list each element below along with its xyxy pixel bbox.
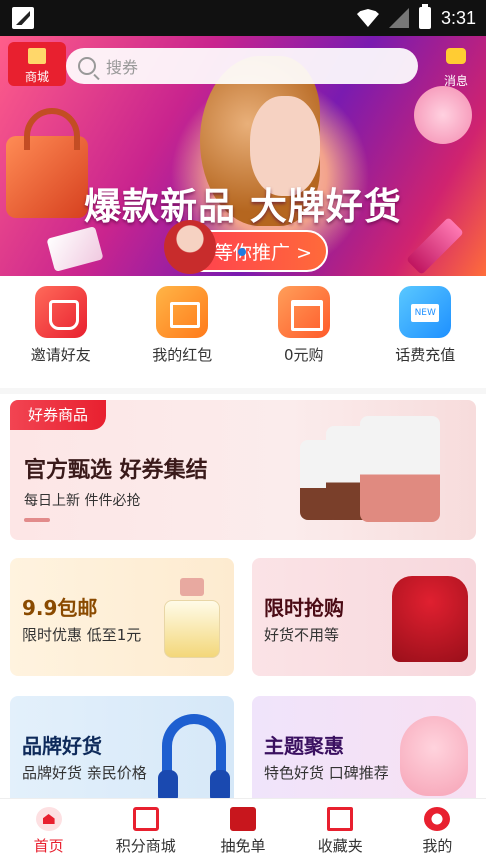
tab-label: 抽免单	[220, 837, 266, 855]
phone-recharge-icon	[399, 286, 452, 338]
tab-label: 收藏夹	[317, 837, 363, 855]
quick-label: 我的红包	[152, 346, 213, 364]
banner-title: 爆款新品 大牌好货	[84, 185, 402, 228]
coupon-accent-bar	[24, 518, 50, 522]
quick-my-red-envelope[interactable]: 我的红包	[122, 286, 244, 382]
tab-me[interactable]: 我的	[389, 799, 486, 864]
wifi-icon	[356, 9, 379, 27]
card-brand-goods[interactable]: 品牌好货 品牌好货 亲民价格	[10, 696, 234, 814]
quick-phone-recharge[interactable]: 话费充值	[365, 286, 486, 382]
quick-label: 话费充值	[395, 346, 456, 364]
quick-label: 0元购	[283, 346, 324, 364]
tab-points-mall[interactable]: 积分商城	[97, 799, 194, 864]
face-cleanser-image	[400, 716, 468, 796]
store-icon	[132, 807, 159, 831]
carousel-indicator	[238, 248, 246, 256]
card-free-shipping[interactable]: 9.9包邮 限时优惠 低至1元	[10, 558, 234, 676]
cosmetic-jar-image	[414, 86, 472, 144]
card-subtitle: 好货不用等	[264, 626, 340, 644]
speaker-image	[360, 416, 440, 522]
card-subtitle: 限时优惠 低至1元	[22, 626, 142, 644]
card-title: 限时抢购	[264, 596, 344, 620]
gift-bag-icon	[34, 286, 87, 338]
battery-icon	[418, 4, 431, 29]
card-subtitle: 品牌好货 亲民价格	[22, 764, 147, 782]
app-notification-icon	[12, 7, 34, 29]
profile-icon	[424, 807, 451, 831]
status-bar: 3:31	[0, 0, 486, 36]
status-icons: 3:31	[356, 4, 476, 32]
coupon-title: 官方甄选 好券集结	[24, 458, 208, 483]
tab-label: 首页	[33, 837, 64, 855]
bottom-tab-bar: 首页 积分商城 抽免单 收藏夹 我的	[0, 798, 486, 864]
coupon-subtitle: 每日上新 件件必抢	[24, 493, 141, 509]
search-placeholder: 搜券	[106, 58, 139, 77]
signal-icon	[388, 8, 409, 28]
tab-home[interactable]: 首页	[0, 799, 97, 864]
jacket-image	[392, 576, 468, 662]
card-theme-deals[interactable]: 主题聚惠 特色好货 口碑推荐	[252, 696, 476, 814]
headphones-image	[158, 714, 230, 804]
shop-icon	[277, 286, 330, 338]
red-envelope-icon	[156, 286, 209, 338]
tab-favorites[interactable]: 收藏夹	[292, 799, 389, 864]
tab-label: 积分商城	[115, 837, 176, 855]
mall-label: 商城	[24, 70, 49, 84]
status-time: 3:31	[440, 7, 476, 28]
card-title: 品牌好货	[22, 734, 102, 758]
card-title: 9.9包邮	[22, 596, 98, 620]
coupon-section-card[interactable]: 好券商品 官方甄选 好券集结 每日上新 件件必抢	[10, 400, 476, 540]
wallet-icon	[230, 807, 256, 831]
quick-actions: 邀请好友 我的红包 0元购 话费充值	[0, 286, 486, 382]
coupon-tag: 好券商品	[10, 400, 106, 430]
message-button[interactable]: 消息	[436, 44, 476, 88]
perfume-image	[160, 578, 224, 660]
promote-button-label: 等你推广 >	[214, 241, 312, 264]
promote-button[interactable]: 等你推广 >	[164, 220, 328, 274]
quick-label: 邀请好友	[30, 346, 91, 364]
card-flash-sale[interactable]: 限时抢购 好货不用等	[252, 558, 476, 676]
mall-button[interactable]: 商城	[8, 42, 66, 86]
section-divider	[0, 388, 486, 394]
card-subtitle: 特色好货 口碑推荐	[264, 764, 389, 782]
home-icon	[35, 807, 62, 831]
promoter-avatar	[164, 220, 216, 274]
tab-label: 我的	[422, 837, 453, 855]
quick-zero-yuan-buy[interactable]: 0元购	[243, 286, 365, 382]
quick-invite-friends[interactable]: 邀请好友	[0, 286, 122, 382]
search-input[interactable]: 搜券	[66, 48, 418, 84]
search-icon	[78, 57, 96, 75]
folder-icon	[327, 807, 354, 831]
tab-free-draw[interactable]: 抽免单	[194, 799, 291, 864]
perfume-bottle-image	[46, 226, 104, 272]
card-title: 主题聚惠	[264, 734, 344, 758]
message-label: 消息	[443, 74, 468, 88]
